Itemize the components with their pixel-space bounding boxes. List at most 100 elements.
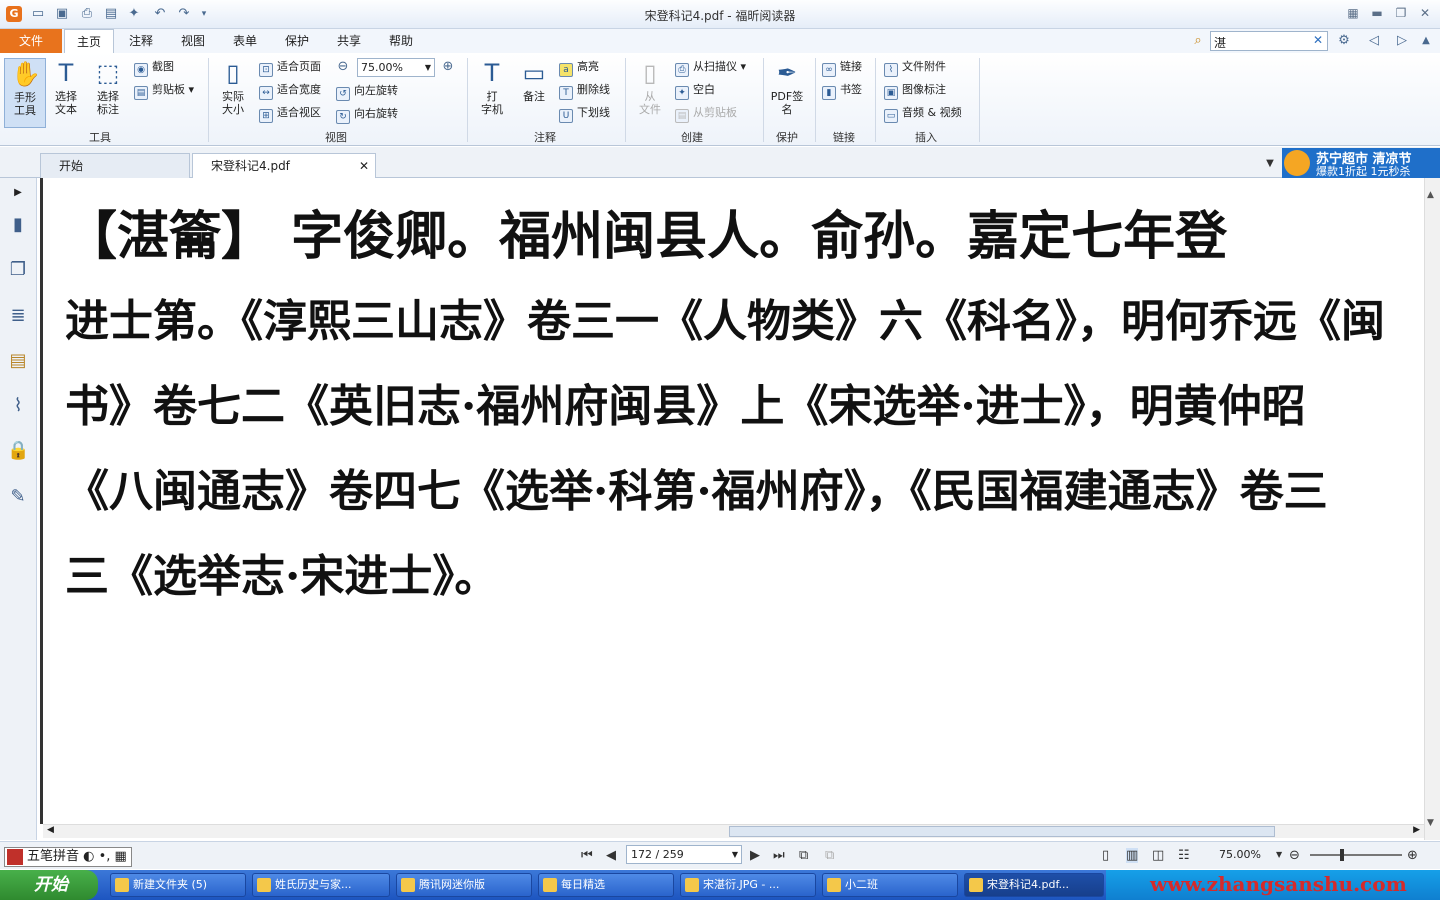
taskbar-item[interactable]: 新建文件夹 (5) (110, 873, 246, 897)
scroll-up-icon[interactable]: ▲ (1427, 190, 1434, 200)
tab-list-chevron-icon[interactable]: ▼ (1262, 156, 1278, 172)
next-view-icon[interactable]: ⧉ (825, 848, 834, 863)
restore-button[interactable]: ❐ (1391, 4, 1411, 22)
next-page-icon[interactable]: ▶ (750, 848, 760, 863)
select-text-button[interactable]: T 选择 文本 (46, 58, 86, 116)
rotate-right-button[interactable]: ↻ 向右旋转 (336, 104, 398, 124)
advertisement-banner[interactable]: 苏宁超市 清凉节 爆款1折起 1元秒杀 (1282, 148, 1440, 178)
zoom-out-icon[interactable]: ⊖ (335, 59, 351, 75)
collapse-ribbon-icon[interactable]: ▲ (1418, 33, 1434, 49)
zoom-slider[interactable] (1310, 849, 1402, 861)
strikeout-button[interactable]: T 删除线 (559, 80, 610, 100)
blank-button[interactable]: ✦ 空白 (675, 80, 715, 100)
zoom-slider-knob[interactable] (1340, 849, 1344, 861)
facing-page-icon[interactable]: ◫ (1152, 848, 1164, 863)
ime-toolbar[interactable]: 五笔拼音 ◐ •, ▦ (4, 847, 132, 867)
scroll-right-icon[interactable]: ▶ (1413, 825, 1420, 835)
signature-panel-icon[interactable]: ✎ (7, 486, 29, 508)
close-tab-icon[interactable]: ✕ (359, 154, 369, 179)
layers-panel-icon[interactable]: ≣ (7, 305, 29, 327)
scroll-left-icon[interactable]: ◀ (47, 825, 54, 835)
scroll-down-icon[interactable]: ▼ (1427, 818, 1434, 828)
zoom-in-icon[interactable]: ⊕ (440, 59, 456, 75)
fit-visible-button[interactable]: ⊞ 适合视区 (259, 103, 321, 123)
zoom-status[interactable]: 75.00% (1219, 848, 1261, 861)
search-input[interactable]: 湛 ✕ (1210, 31, 1328, 51)
from-clipboard-button[interactable]: ▤ 从剪贴板 (675, 103, 737, 123)
previous-page-icon[interactable]: ◀ (606, 848, 616, 863)
zoom-out-status-icon[interactable]: ⊖ (1289, 848, 1300, 863)
bookmarks-panel-icon[interactable]: ▮ (7, 214, 29, 236)
tab-help[interactable]: 帮助 (378, 29, 424, 53)
pdf-sign-button[interactable]: ✒ PDF签 名 (767, 58, 807, 116)
rotate-left-button[interactable]: ↺ 向左旋转 (336, 81, 398, 101)
actual-size-button[interactable]: ▯ 实际 大小 (213, 58, 253, 116)
typewriter-button[interactable]: T 打 字机 (472, 58, 512, 116)
highlight-button[interactable]: a 高亮 (559, 57, 599, 77)
fit-width-button[interactable]: ↔ 适合宽度 (259, 80, 321, 100)
hand-tool-button[interactable]: ✋ 手形 工具 (4, 58, 46, 128)
taskbar-item[interactable]: 腾讯网迷你版 (396, 873, 532, 897)
taskbar-item[interactable]: 宋湛衍.JPG - ... (680, 873, 816, 897)
start-button[interactable]: 开始 (0, 870, 98, 900)
single-page-icon[interactable]: ▯ (1102, 848, 1109, 863)
from-file-button[interactable]: ▯ 从 文件 (630, 58, 670, 116)
from-scanner-button[interactable]: ⎙ 从扫描仪 ▾ (675, 57, 746, 77)
link-button[interactable]: ∞ 链接 (822, 57, 862, 77)
file-menu[interactable]: 文件 (0, 29, 62, 53)
horizontal-scrollbar[interactable]: ◀ ▶ (43, 824, 1424, 838)
attachments-panel-icon[interactable]: ⌇ (7, 395, 29, 417)
last-page-icon[interactable]: ⏭ (773, 848, 785, 863)
page-number-input[interactable]: 172 / 259 ▼ (626, 845, 742, 864)
zoom-select[interactable]: 75.00% ▼ (357, 58, 435, 77)
pages-panel-icon[interactable]: ❐ (7, 259, 29, 281)
settings-icon[interactable]: ⚙ (1336, 33, 1352, 49)
tab-comment[interactable]: 注释 (118, 29, 164, 53)
text-line: 《八闽通志》卷四七《选举·科第·福州府》，《民国福建通志》卷三 (65, 466, 1328, 517)
comments-panel-icon[interactable]: ▤ (7, 350, 29, 372)
watermark: www.zhangsanshu.com (1150, 872, 1407, 896)
fit-page-button[interactable]: ⊡ 适合页面 (259, 57, 321, 77)
note-icon: ▭ (522, 59, 546, 87)
taskbar-item-active[interactable]: 宋登科记4.pdf... (964, 873, 1104, 897)
note-button[interactable]: ▭ 备注 (514, 58, 554, 103)
zoom-in-status-icon[interactable]: ⊕ (1407, 848, 1418, 863)
zoom-dropdown-icon[interactable]: ▼ (1276, 850, 1282, 859)
clipboard-button[interactable]: ▤ 剪贴板 ▾ (134, 80, 194, 100)
tab-protect[interactable]: 保护 (274, 29, 320, 53)
tab-document[interactable]: 宋登科记4.pdf ✕ (192, 153, 376, 178)
scroll-thumb[interactable] (729, 826, 1275, 837)
clear-search-icon[interactable]: ✕ (1313, 33, 1323, 47)
tab-home[interactable]: 主页 (64, 29, 114, 54)
group-tools-label: 工具 (89, 131, 111, 144)
file-attachment-button[interactable]: ⌇ 文件附件 (884, 57, 946, 77)
continuous-facing-icon[interactable]: ☷ (1178, 848, 1190, 863)
snapshot-button[interactable]: ◉ 截图 (134, 57, 174, 77)
tab-view[interactable]: 视图 (170, 29, 216, 53)
first-page-icon[interactable]: ⏮ (581, 848, 593, 863)
audio-video-button[interactable]: ▭ 音频 & 视频 (884, 103, 962, 123)
minimize-button[interactable]: ▬ (1367, 4, 1387, 22)
next-result-icon[interactable]: ▷ (1394, 33, 1410, 49)
previous-view-icon[interactable]: ⧉ (799, 848, 808, 863)
rotate-left-icon: ↺ (336, 87, 350, 101)
taskbar-item[interactable]: 小二班 (822, 873, 958, 897)
prev-result-icon[interactable]: ◁ (1366, 33, 1382, 49)
tab-form[interactable]: 表单 (222, 29, 268, 53)
close-button[interactable]: ✕ (1415, 4, 1435, 22)
search-folder-icon[interactable]: ⌕ (1190, 33, 1206, 49)
tab-share[interactable]: 共享 (326, 29, 372, 53)
security-lock-icon[interactable]: 🔒 (7, 440, 29, 462)
image-annotation-button[interactable]: ▣ 图像标注 (884, 80, 946, 100)
vertical-scrollbar[interactable]: ▲ ▼ (1424, 178, 1440, 840)
continuous-page-icon[interactable]: ▥ (1126, 848, 1139, 863)
layout-icon[interactable]: ▦ (1343, 4, 1363, 22)
document-page[interactable]: 【湛籥】 字俊卿。福州闽县人。俞孙。嘉定七年登 进士第。《淳熙三山志》卷三一《人… (40, 178, 1424, 824)
tab-start[interactable]: 开始 (40, 153, 190, 178)
underline-button[interactable]: U 下划线 (559, 103, 610, 123)
taskbar-item[interactable]: 每日精选 (538, 873, 674, 897)
select-annotation-button[interactable]: ⬚ 选择 标注 (88, 58, 128, 116)
bookmark-button[interactable]: ▮ 书签 (822, 80, 862, 100)
taskbar-item[interactable]: 姓氏历史与家... (252, 873, 390, 897)
expand-panel-icon[interactable]: ▶ (7, 182, 29, 204)
